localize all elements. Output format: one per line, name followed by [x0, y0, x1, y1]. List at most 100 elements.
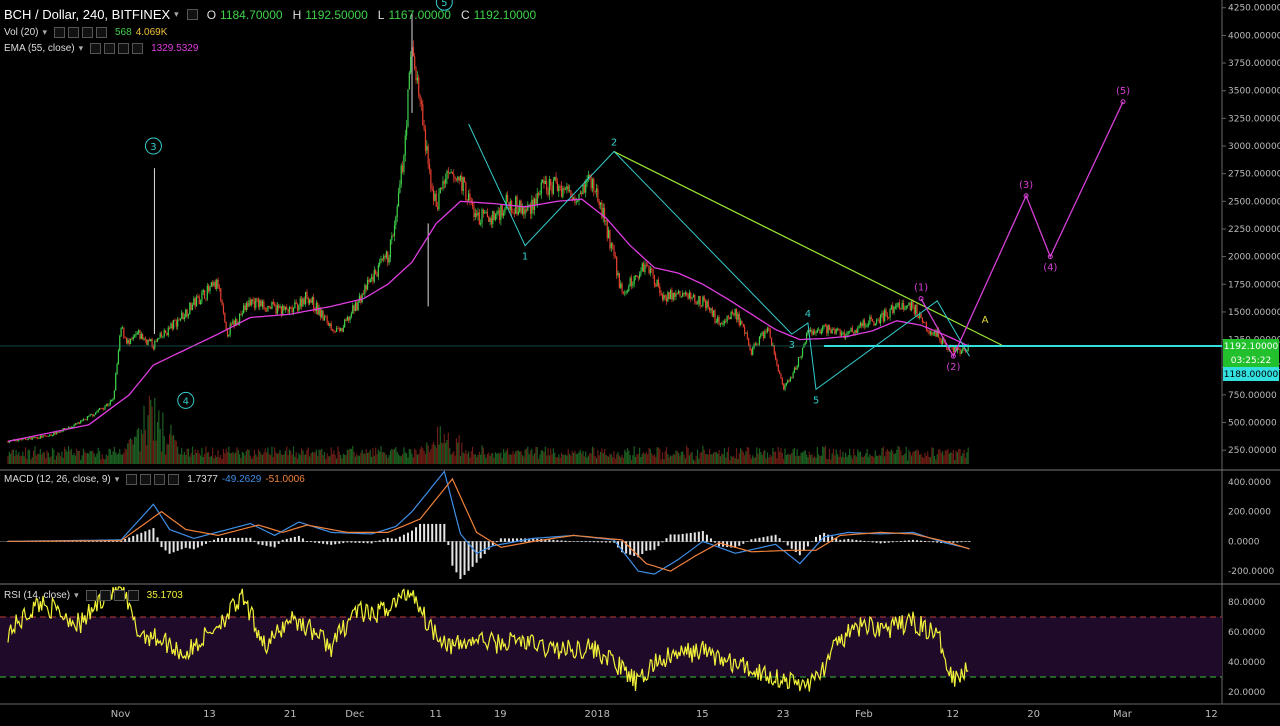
macd-legend-name[interactable]: MACD (12, 26, close, 9) — [4, 474, 111, 485]
eye-icon[interactable] — [90, 43, 102, 54]
candle-body — [876, 320, 878, 324]
corrective-wave-label: 5 — [813, 395, 819, 406]
candle-body — [695, 301, 697, 304]
price-tick-label: 3500.00000 — [1228, 87, 1280, 97]
macd-histogram-bar — [657, 541, 660, 547]
candle-body — [696, 303, 699, 305]
close-icon[interactable] — [118, 43, 130, 54]
chart-canvas[interactable]: A12345345(1)(2)(3)(4)(5) 250.00000500.00… — [0, 0, 1280, 721]
macd-histogram-bar — [249, 537, 252, 542]
volume-bar — [19, 455, 21, 464]
candle-body — [253, 300, 256, 308]
volume-bar — [559, 457, 561, 464]
settings-icon[interactable] — [104, 43, 116, 54]
date-tick-label: Feb — [855, 709, 873, 720]
volume-bar — [851, 458, 853, 464]
candle-body — [159, 333, 161, 339]
volume-bar — [139, 451, 141, 464]
volume-bar — [888, 450, 890, 464]
volume-bar — [57, 452, 59, 464]
macd-histogram-bar — [209, 541, 211, 543]
macd-histogram-bar — [936, 541, 939, 543]
more-icon[interactable] — [168, 474, 180, 485]
chevron-down-icon[interactable]: ▾ — [74, 590, 79, 601]
volume-legend-name[interactable]: Vol (20) — [4, 27, 38, 38]
volume-bar — [427, 445, 429, 464]
candle-body — [866, 325, 868, 327]
eye-icon[interactable] — [85, 590, 97, 601]
settings-icon[interactable] — [99, 590, 111, 601]
volume-bar — [261, 454, 264, 464]
volume-bar — [159, 428, 161, 464]
candle-body — [396, 206, 398, 218]
macd-histogram-bar — [681, 533, 684, 542]
candle-body — [470, 200, 472, 202]
rsi-legend-name[interactable]: RSI (14, close) — [4, 590, 70, 601]
volume-bar — [854, 455, 856, 464]
candle-body — [170, 323, 172, 329]
macd-histogram-bar — [665, 538, 668, 542]
volume-bar — [548, 455, 550, 464]
candle-body — [730, 312, 732, 320]
candle-body — [870, 316, 872, 319]
candle-body — [657, 279, 660, 287]
close-icon[interactable] — [82, 27, 93, 38]
chevron-down-icon[interactable]: ▾ — [79, 43, 84, 54]
candle-body — [734, 308, 736, 316]
volume-bar — [590, 453, 592, 464]
chart-stage[interactable]: A 1 2 3 4 5 3 4 5 (1) (2) (3) (4) (5) 250.00000 500.00… — [0, 0, 1280, 721]
eye-icon[interactable] — [126, 474, 138, 485]
more-icon[interactable] — [132, 43, 144, 54]
price-tick-label: 250.00000 — [1228, 446, 1277, 456]
volume-bar — [340, 454, 342, 464]
volume-bar — [107, 455, 109, 464]
volume-bar — [117, 453, 120, 464]
candle-body — [834, 329, 836, 334]
candle-body — [931, 331, 933, 335]
settings-icon[interactable] — [68, 27, 79, 38]
macd-tick-label: 200.0000 — [1228, 508, 1271, 518]
ema-legend-name[interactable]: EMA (55, close) — [4, 43, 75, 54]
volume-bar — [924, 452, 926, 464]
volume-bar — [478, 451, 480, 464]
close-icon[interactable] — [154, 474, 166, 485]
volume-bar — [449, 448, 451, 464]
candle-body — [392, 235, 394, 237]
volume-bar — [183, 451, 186, 464]
macd-histogram-bar — [810, 541, 813, 542]
close-icon[interactable] — [113, 590, 125, 601]
candle-body — [783, 384, 785, 390]
volume-bar — [286, 446, 288, 464]
eye-icon[interactable] — [186, 9, 198, 20]
volume-bar — [140, 429, 142, 464]
candle-body — [595, 188, 598, 192]
chevron-down-icon[interactable]: ▾ — [42, 27, 47, 38]
volume-bar — [780, 448, 782, 464]
high-label: H — [292, 7, 302, 22]
macd-histogram-bar — [289, 537, 292, 542]
chevron-down-icon[interactable]: ▾ — [174, 9, 179, 20]
volume-bar — [426, 442, 428, 464]
candle-body — [348, 316, 350, 321]
candle-body — [869, 316, 871, 324]
eye-icon[interactable] — [54, 27, 65, 38]
settings-icon[interactable] — [140, 474, 152, 485]
volume-bar — [291, 454, 293, 464]
volume-bar — [325, 459, 327, 464]
volume-bar — [516, 450, 518, 464]
symbol-title[interactable]: BCH / Dollar, 240, BITFINEX — [4, 7, 170, 22]
chevron-down-icon[interactable]: ▾ — [115, 474, 120, 485]
more-icon[interactable] — [127, 590, 139, 601]
macd-histogram-bar — [661, 541, 664, 543]
more-icon[interactable] — [96, 27, 107, 38]
candle-body — [276, 305, 278, 314]
candle-body — [632, 283, 634, 286]
candle-body — [466, 199, 468, 201]
candle-body — [224, 312, 226, 322]
macd-histogram-bar — [168, 541, 171, 554]
candle-body — [221, 300, 223, 306]
volume-bar — [111, 454, 113, 464]
volume-bar — [628, 450, 630, 464]
volume-bar — [507, 448, 509, 464]
candle-body — [178, 319, 180, 321]
